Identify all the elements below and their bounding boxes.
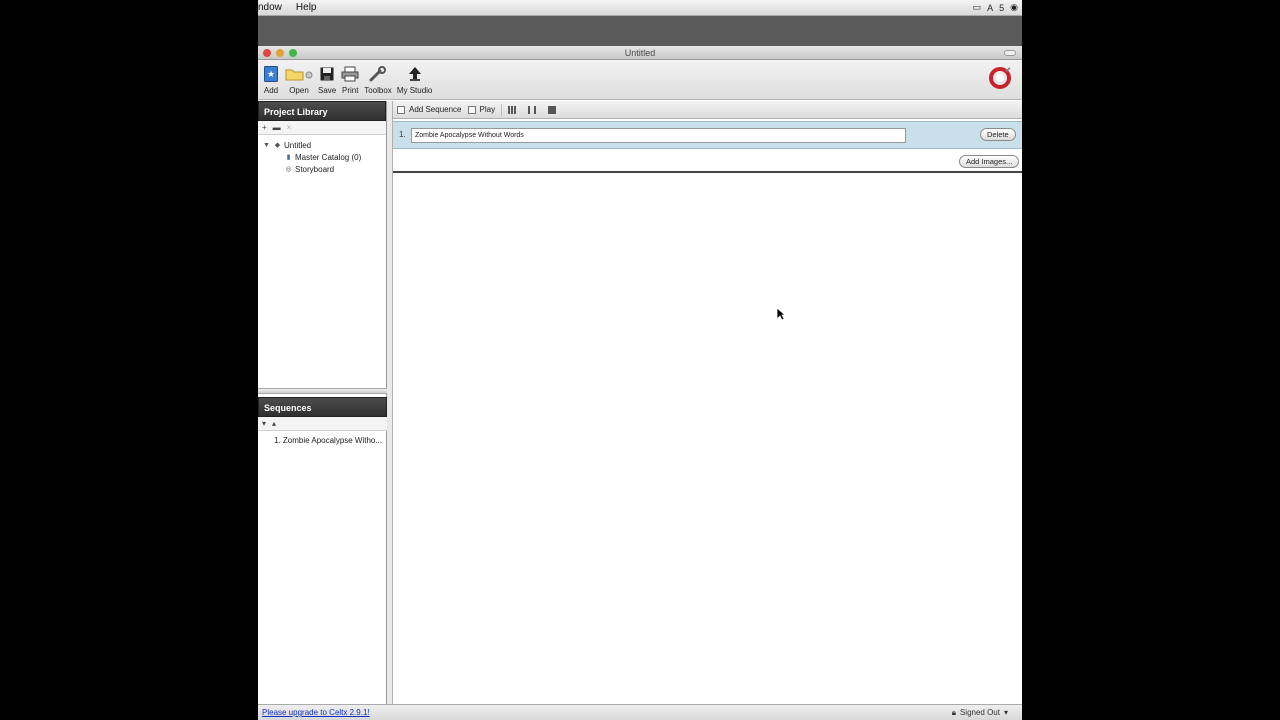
sequence-list-label: 1. Zombie Apocalypse Witho... — [274, 435, 383, 445]
adobe-icon[interactable]: A — [987, 3, 993, 13]
sequences-tools: ▾ ▴ — [258, 417, 387, 431]
storyboard-icon: ◎ — [285, 166, 292, 173]
new-folder-icon[interactable]: ▬ — [273, 123, 281, 132]
sequence-title-field[interactable]: Zombie Apocalypse Without Words — [411, 128, 906, 143]
project-library-tools: + ▬ × — [258, 121, 386, 135]
folder-icon — [285, 65, 313, 83]
minimize-window-button[interactable] — [276, 49, 284, 57]
sequences-header: Sequences — [258, 397, 387, 417]
toolbox-button-label: Toolbox — [364, 86, 392, 95]
sequence-number: 1. — [399, 130, 406, 139]
tree-item-label: Storyboard — [295, 164, 335, 174]
add-images-button[interactable]: Add Images... — [959, 155, 1020, 168]
save-button[interactable]: Save — [318, 60, 336, 95]
stop-icon[interactable] — [548, 105, 557, 114]
window-titlebar: Untitled — [258, 46, 1022, 60]
add-button[interactable]: ★ Add — [262, 60, 280, 95]
tree-item-storyboard[interactable]: ◎ Storyboard — [258, 163, 386, 175]
delete-sequence-button[interactable]: Delete — [980, 128, 1016, 141]
upgrade-link[interactable]: Please upgrade to Celtx 2.9.1! — [262, 708, 370, 717]
menubar-status-area: ▭ A 5 ◉ — [973, 2, 1018, 13]
open-button-label: Open — [289, 86, 309, 95]
play-label: Play — [479, 105, 496, 114]
spotlight-icon[interactable]: ◉ — [1010, 2, 1018, 13]
wrench-icon — [369, 65, 387, 83]
project-library-header: Project Library — [258, 101, 386, 121]
menu-help[interactable]: Help — [296, 2, 323, 13]
window-title: Untitled — [624, 48, 656, 58]
panel-splitter[interactable] — [258, 388, 387, 394]
mouse-cursor-icon — [776, 307, 787, 323]
tree-item-master-catalog[interactable]: ▮ Master Catalog (0) — [258, 151, 386, 163]
tree-item-untitled[interactable]: ▼ ◆ Untitled — [258, 139, 386, 151]
floppy-icon — [318, 65, 336, 83]
my-studio-button-label: My Studio — [396, 86, 433, 95]
add-button-label: Add — [263, 86, 279, 95]
studio-icon — [406, 65, 424, 83]
pause-icon[interactable] — [528, 105, 537, 114]
screen-icon[interactable]: ▭ — [973, 2, 982, 13]
sequence-images-strip — [393, 151, 1022, 173]
chevron-down-icon: ▾ — [1003, 708, 1008, 717]
sequences-panel: Sequences ▾ ▴ 1. Zombie Apocalypse Witho… — [258, 397, 387, 446]
add-sequence-button[interactable]: Add Sequence — [397, 105, 462, 114]
lock-icon: 🔒︎ — [951, 707, 956, 717]
print-button-label: Print — [342, 86, 359, 95]
my-studio-button[interactable]: My Studio — [396, 60, 433, 95]
sequence-toolbar: Add Sequence Play — [393, 101, 1022, 119]
close-window-button[interactable] — [263, 49, 271, 57]
step-back-icon[interactable] — [508, 105, 517, 114]
svg-text:★: ★ — [267, 69, 275, 79]
sequence-row: 1. Zombie Apocalypse Without Words Delet… — [393, 121, 1022, 149]
play-button[interactable]: Play — [467, 105, 496, 114]
add-sequence-icon — [397, 105, 405, 114]
catalog-icon: ▮ — [286, 154, 291, 161]
add-sequence-label: Add Sequence — [409, 105, 462, 114]
celtx-logo — [988, 66, 1012, 90]
desktop-background — [258, 16, 1022, 46]
project-icon: ◆ — [274, 142, 281, 149]
menu-window[interactable]: ndow — [258, 2, 288, 13]
move-down-icon[interactable]: ▾ — [262, 419, 266, 428]
sign-status-label: Signed Out — [959, 708, 1000, 717]
project-tree: ▼ ◆ Untitled ▮ Master Catalog (0) ◎ Stor… — [258, 135, 386, 175]
disclosure-triangle-icon[interactable]: ▼ — [262, 142, 271, 149]
sequence-editor: Add Sequence Play 1. Zombie Apocalypse W… — [393, 101, 1022, 704]
add-star-icon: ★ — [262, 65, 280, 83]
sequence-list-item[interactable]: 1. Zombie Apocalypse Witho... — [258, 434, 387, 446]
tree-item-label: Untitled — [284, 140, 312, 150]
open-button[interactable]: Open — [285, 60, 313, 95]
status-bar: Please upgrade to Celtx 2.9.1! 🔒︎ Signed… — [258, 704, 1022, 720]
tree-item-label: Master Catalog (0) — [295, 152, 362, 162]
toolbox-button[interactable]: Toolbox — [364, 60, 392, 95]
menubar-counter: 5 — [999, 2, 1005, 13]
zoom-window-button[interactable] — [289, 49, 297, 57]
main-toolbar: ★ Add Open Save Print Toolbox My Studio — [258, 60, 1022, 100]
move-up-icon[interactable]: ▴ — [272, 419, 276, 428]
save-button-label: Save — [318, 86, 337, 95]
toolbar-separator — [501, 103, 503, 116]
print-button[interactable]: Print — [341, 60, 359, 95]
toolbar-toggle-button[interactable] — [1004, 50, 1016, 56]
system-menubar: ndow Help ▭ A 5 ◉ — [258, 0, 1022, 16]
left-sidebar: Project Library + ▬ × ▼ ◆ Untitled ▮ Mas… — [258, 101, 387, 704]
remove-item-icon[interactable]: × — [287, 123, 292, 132]
sign-in-status[interactable]: 🔒︎ Signed Out ▾ — [952, 708, 1008, 718]
add-item-icon[interactable]: + — [262, 123, 267, 132]
play-icon — [467, 105, 476, 114]
app-window: Untitled ★ Add Open Save Print Toolbox M… — [258, 46, 1022, 720]
printer-icon — [341, 65, 359, 83]
